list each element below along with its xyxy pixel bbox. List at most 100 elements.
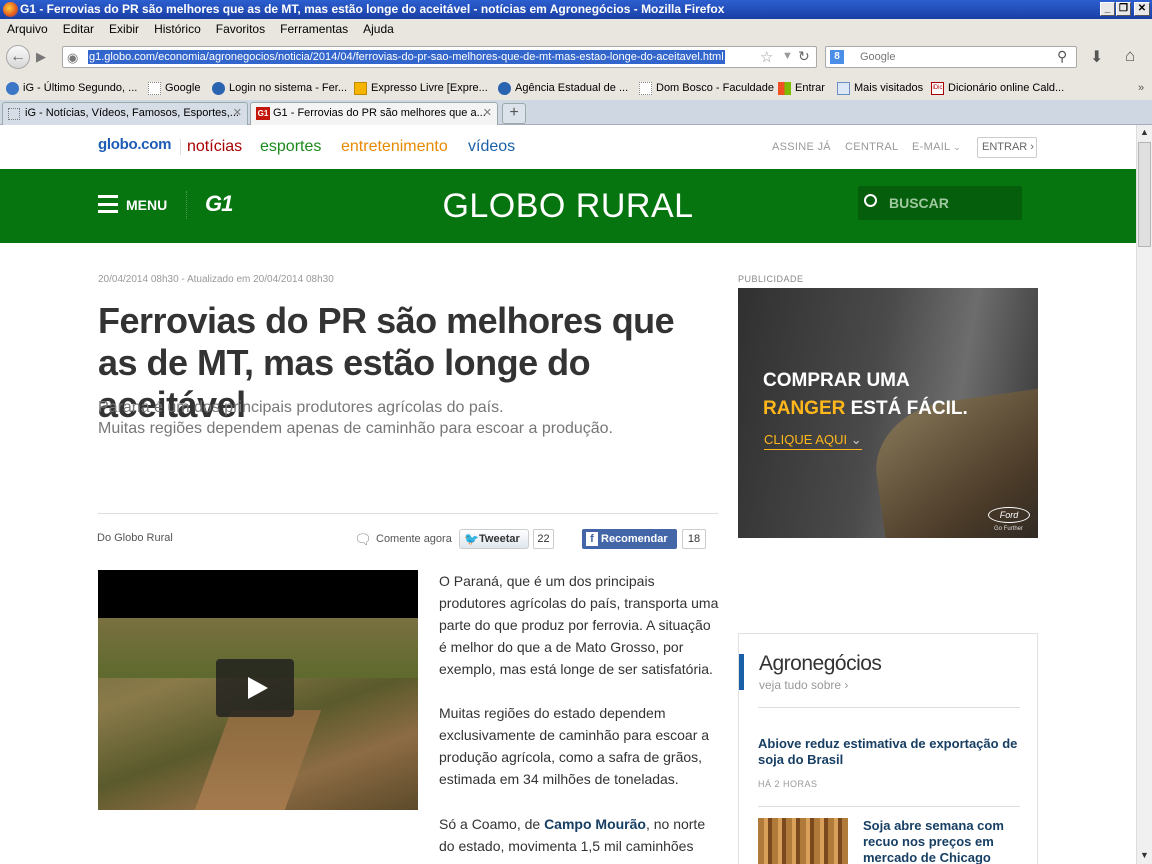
forward-button[interactable]: ▶ <box>36 49 46 65</box>
sidebar-item-headline[interactable]: Abiove reduz estimativa de exportação de… <box>758 736 1020 768</box>
divider <box>180 139 181 155</box>
menu-bar: Arquivo Editar Exibir Histórico Favoritos Fer… <box>0 19 1152 39</box>
back-button[interactable]: ← <box>6 45 30 69</box>
expresso-icon <box>354 81 367 95</box>
sidebar-item-headline[interactable]: Soja abre semana com recuo nos preços em… <box>863 818 1020 864</box>
article-source: Do Globo Rural <box>97 532 173 544</box>
reload-icon[interactable]: ↻ <box>798 48 810 65</box>
campo-mourao-link[interactable]: Campo Mourão <box>544 816 646 832</box>
menu-ajuda[interactable]: Ajuda <box>356 19 402 39</box>
email-link[interactable]: E-MAIL ⌄ <box>912 141 961 153</box>
comment-link[interactable]: Comente agora <box>376 533 452 545</box>
bookmarks-overflow-icon[interactable]: » <box>1138 76 1144 100</box>
menu-favoritos[interactable]: Favoritos <box>209 19 273 39</box>
g1-favicon: G1 <box>256 107 270 120</box>
bookmark-login[interactable]: Login no sistema - Fer... <box>212 76 347 100</box>
divider <box>98 513 718 514</box>
facebook-icon: f <box>586 532 598 546</box>
central-link[interactable]: CENTRAL <box>845 141 898 153</box>
close-button[interactable]: ✕ <box>1134 2 1150 16</box>
scroll-down-icon[interactable]: ▼ <box>1137 848 1152 863</box>
bookmarks-bar: iG - Último Segundo, ... Google Login no… <box>0 76 1152 100</box>
play-icon <box>248 677 268 699</box>
soy-thumbnail[interactable] <box>758 818 848 864</box>
article-paragraph-1: O Paraná, que é um dos principais produt… <box>439 573 719 677</box>
ad-line1: COMPRAR UMA <box>763 370 910 391</box>
divider <box>758 806 1020 807</box>
bookmark-ig[interactable]: iG - Último Segundo, ... <box>6 76 137 100</box>
nav-entretenimento[interactable]: entretenimento <box>341 138 448 156</box>
download-icon[interactable]: ⬇ <box>1090 47 1103 67</box>
close-tab-icon[interactable]: ✕ <box>483 103 492 124</box>
ad-cta[interactable]: CLIQUE AQUI ⌄ <box>764 432 862 450</box>
section-accent-bar <box>739 654 744 690</box>
ford-logo: Ford <box>988 507 1030 523</box>
google-icon[interactable]: 8 <box>830 50 844 64</box>
window-title: G1 - Ferrovias do PR são melhores que as… <box>0 0 1152 19</box>
see-all-link[interactable]: veja tudo sobre › <box>759 678 848 692</box>
article-subtitle: Paraná é um dos principais produtores ag… <box>98 399 613 437</box>
folder-icon <box>837 81 850 95</box>
menu-arquivo[interactable]: Arquivo <box>0 19 56 39</box>
tweet-button[interactable]: 🐦 Tweetar <box>459 529 529 549</box>
bookmark-dombosco[interactable]: Dom Bosco - Faculdade <box>639 76 774 100</box>
site-search-input[interactable]: BUSCAR <box>858 186 1022 220</box>
dropdown-icon[interactable]: ▼ <box>782 50 793 62</box>
search-input[interactable]: Google <box>825 46 1077 68</box>
globe-icon <box>212 81 225 95</box>
menu-historico[interactable]: Histórico <box>147 19 209 39</box>
scroll-up-icon[interactable]: ▲ <box>1137 125 1152 140</box>
bookmark-agencia[interactable]: Agência Estadual de ... <box>498 76 628 100</box>
close-tab-icon[interactable]: ✕ <box>233 103 242 124</box>
nav-noticias[interactable]: notícias <box>187 138 242 156</box>
bookmark-star-icon[interactable]: ☆ <box>760 48 773 66</box>
new-tab-button[interactable]: + <box>502 103 526 124</box>
minimize-button[interactable]: _ <box>1100 2 1115 16</box>
twitter-icon: 🐦 <box>464 532 479 546</box>
page-icon <box>148 81 161 95</box>
menu-editar[interactable]: Editar <box>56 19 102 39</box>
menu-ferramentas[interactable]: Ferramentas <box>273 19 356 39</box>
comment-icon: 🗨 <box>354 531 372 547</box>
scrollbar-thumb[interactable] <box>1138 142 1151 247</box>
chevron-down-icon: ⌄ <box>850 432 862 447</box>
chevron-down-icon: ⌄ <box>950 142 962 152</box>
home-icon[interactable]: ⌂ <box>1125 46 1135 66</box>
tab-bar: iG - Notícias, Vídeos, Famosos, Esportes… <box>0 100 1152 125</box>
recommend-count: 18 <box>682 529 706 549</box>
nav-videos[interactable]: vídeos <box>468 138 515 156</box>
ig-icon <box>6 81 19 95</box>
globe-icon <box>498 81 511 95</box>
tab-ig[interactable]: iG - Notícias, Vídeos, Famosos, Esportes… <box>2 102 248 125</box>
ford-tagline: Go Further <box>994 526 1024 532</box>
nav-esportes[interactable]: esportes <box>260 138 321 156</box>
article-paragraph-2: Muitas regiões do estado dependem exclus… <box>439 705 710 787</box>
restore-button[interactable]: ❐ <box>1116 2 1131 16</box>
bookmark-expresso[interactable]: Expresso Livre [Expre... <box>354 76 488 100</box>
page-icon <box>639 81 652 95</box>
video-player[interactable] <box>98 570 418 810</box>
recommend-button[interactable]: f Recomendar <box>582 529 677 549</box>
search-icon <box>864 194 877 207</box>
search-icon[interactable]: ⚲ <box>1057 48 1067 65</box>
bookmark-google[interactable]: Google <box>148 76 200 100</box>
article-paragraph-3: Só a Coamo, de Campo Mourão, no norte do… <box>439 816 706 854</box>
advertisement[interactable]: COMPRAR UMA RANGER ESTÁ FÁCIL. CLIQUE AQ… <box>738 288 1038 538</box>
assine-link[interactable]: ASSINE JÁ <box>772 141 831 153</box>
page-icon <box>8 108 20 120</box>
bookmark-entrar[interactable]: Entrar <box>778 76 825 100</box>
menu-exibir[interactable]: Exibir <box>102 19 147 39</box>
sidebar-title[interactable]: Agronegócios <box>759 652 882 676</box>
bookmark-dicionario[interactable]: iDic Dicionário online Cald... <box>931 76 1064 100</box>
windows-icon <box>778 81 791 95</box>
ad-label: PUBLICIDADE <box>738 274 804 284</box>
globo-logo[interactable]: globo.com <box>98 136 171 153</box>
tab-g1[interactable]: G1 G1 - Ferrovias do PR são melhores que… <box>250 102 498 125</box>
entrar-button[interactable]: ENTRAR › <box>977 137 1037 158</box>
tweet-count: 22 <box>533 529 554 549</box>
dic-icon: iDic <box>931 81 944 95</box>
ad-line2: RANGER ESTÁ FÁCIL. <box>763 398 968 419</box>
url-text[interactable]: g1.globo.com/economia/agronegocios/notic… <box>88 50 725 64</box>
firefox-icon <box>3 2 18 17</box>
bookmark-mais-visitados[interactable]: Mais visitados <box>837 76 923 100</box>
